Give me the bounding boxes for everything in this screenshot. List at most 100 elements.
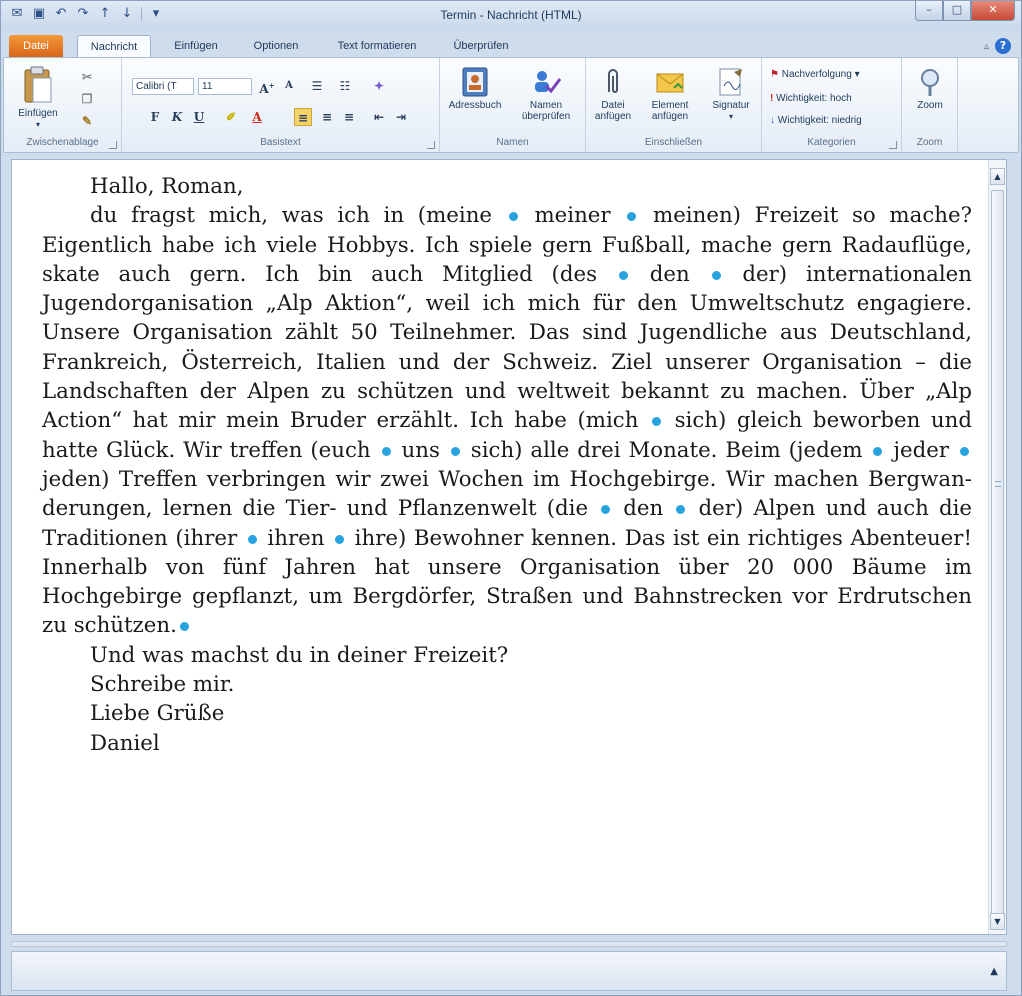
attach-item-button[interactable]: Element anfügen bbox=[640, 66, 700, 122]
vertical-scrollbar[interactable]: ▲ ▼ bbox=[988, 160, 1006, 934]
group-label-clipboard: Zwischenablage bbox=[26, 137, 99, 148]
categories-launcher-icon[interactable] bbox=[889, 141, 897, 149]
choice-bullet bbox=[618, 270, 628, 280]
body-text-7: uns bbox=[393, 437, 448, 463]
letter-closing-regards: Liebe Grüße bbox=[90, 701, 225, 727]
check-names-icon bbox=[535, 71, 562, 94]
group-basic-text: Calibri (T 11 A+ A ☰ ☷ ✦ F K U ✐ A ≡ ≡ ≡… bbox=[122, 58, 440, 152]
scroll-up-icon[interactable]: ▲ bbox=[990, 168, 1005, 185]
body-text-13: ihren bbox=[259, 525, 333, 551]
close-button[interactable]: ✕ bbox=[971, 1, 1015, 21]
tab-review[interactable]: Überprüfen bbox=[441, 35, 521, 57]
choice-bullet bbox=[711, 270, 721, 280]
scroll-down-icon[interactable]: ▼ bbox=[990, 913, 1005, 930]
italic-button[interactable]: K bbox=[168, 108, 186, 126]
bullets-icon[interactable]: ☰ bbox=[308, 77, 326, 95]
magnifier-icon bbox=[921, 69, 939, 96]
choice-bullet bbox=[179, 622, 189, 632]
body-text-1: du fragst mich, was ich in (meine bbox=[90, 203, 506, 229]
ribbon: Einfügen ▾ ✂ ❐ ✎ Zwischenablage Calibri … bbox=[3, 57, 1019, 153]
shrink-font-icon[interactable]: A bbox=[280, 77, 298, 95]
check-names-label-1: Namen bbox=[529, 100, 563, 111]
align-right-icon[interactable]: ≡ bbox=[340, 108, 358, 126]
window-controls: – □ ✕ bbox=[915, 1, 1015, 21]
tab-format-text[interactable]: Text formatieren bbox=[323, 35, 431, 57]
reading-pane-splitter[interactable] bbox=[11, 941, 1007, 947]
letter-greeting: Hallo, Roman, bbox=[90, 174, 244, 199]
zoom-button[interactable]: Zoom bbox=[908, 66, 952, 111]
align-left-icon[interactable]: ≡ bbox=[294, 108, 312, 126]
letter-text[interactable]: Hallo, Roman, du fragst mich, was ich in… bbox=[42, 172, 972, 758]
high-importance-button[interactable]: ! Wichtigkeit: hoch bbox=[770, 92, 852, 106]
bold-button[interactable]: F bbox=[146, 108, 164, 126]
attach-file-label-2: anfügen bbox=[594, 111, 632, 122]
low-importance-label: Wichtigkeit: niedrig bbox=[777, 115, 862, 126]
highlight-icon[interactable]: ✐ bbox=[222, 108, 240, 126]
choice-bullet bbox=[873, 446, 883, 456]
scroll-thumb[interactable] bbox=[991, 190, 1004, 925]
increase-indent-icon[interactable]: ⇥ bbox=[392, 108, 410, 126]
high-importance-label: Wichtigkeit: hoch bbox=[776, 93, 852, 104]
align-center-icon[interactable]: ≡ bbox=[318, 108, 336, 126]
group-label-basic-text: Basistext bbox=[260, 137, 301, 148]
body-text-11: den bbox=[613, 496, 674, 522]
clipboard-launcher-icon[interactable] bbox=[109, 141, 117, 149]
people-pane-bar: ▲ bbox=[11, 951, 1007, 991]
numbering-icon[interactable]: ☷ bbox=[336, 77, 354, 95]
attach-file-label-1: Datei bbox=[601, 100, 625, 111]
underline-button[interactable]: U bbox=[190, 108, 208, 126]
signature-button[interactable]: Signatur ▾ bbox=[704, 66, 758, 122]
address-book-icon bbox=[462, 67, 488, 97]
format-painter-icon[interactable]: ✎ bbox=[78, 112, 96, 130]
letter-question: Und was machst du in deiner Freizeit? bbox=[90, 642, 509, 668]
minimize-button[interactable]: – bbox=[915, 1, 943, 21]
follow-up-button[interactable]: ⚑ Nachverfolgung ▾ bbox=[770, 68, 860, 82]
choice-bullet bbox=[652, 417, 661, 427]
decrease-indent-icon[interactable]: ⇤ bbox=[370, 108, 388, 126]
tab-options[interactable]: Optionen bbox=[241, 35, 311, 57]
font-size-combo[interactable]: 11 bbox=[198, 78, 252, 95]
tab-insert[interactable]: Einfügen bbox=[161, 35, 231, 57]
check-names-button[interactable]: Namen überprüfen bbox=[512, 66, 580, 122]
paste-button[interactable]: Einfügen ▾ bbox=[12, 66, 64, 130]
down-arrow-importance-icon: ↓ bbox=[770, 115, 775, 126]
maximize-button[interactable]: □ bbox=[943, 1, 971, 21]
attach-item-label-1: Element bbox=[651, 100, 689, 111]
grow-font-icon[interactable]: A+ bbox=[258, 77, 276, 96]
help-icon[interactable]: ? bbox=[995, 38, 1011, 54]
body-text-4: den bbox=[630, 261, 709, 287]
group-label-zoom: Zoom bbox=[916, 137, 943, 148]
minimize-ribbon-icon[interactable]: ▵ bbox=[984, 41, 989, 52]
address-book-button[interactable]: Adressbuch bbox=[444, 66, 506, 111]
paste-dropdown-icon[interactable]: ▾ bbox=[12, 119, 64, 130]
message-body-editor[interactable]: Hallo, Roman, du fragst mich, was ich in… bbox=[11, 159, 1007, 935]
group-zoom: Zoom Zoom bbox=[902, 58, 958, 152]
attach-item-label-2: anfügen bbox=[651, 111, 689, 122]
font-name-combo[interactable]: Calibri (T bbox=[132, 78, 194, 95]
group-label-include: Einschließen bbox=[644, 137, 703, 148]
body-text-2: meiner bbox=[520, 203, 625, 229]
group-names: Adressbuch Namen überprüfen Namen bbox=[440, 58, 586, 152]
copy-icon[interactable]: ❐ bbox=[78, 90, 96, 108]
group-label-categories: Kategorien bbox=[807, 137, 856, 148]
signature-dropdown-icon[interactable]: ▾ bbox=[704, 111, 758, 122]
group-categories: ⚑ Nachverfolgung ▾ ! Wichtigkeit: hoch ↓… bbox=[762, 58, 902, 152]
basic-text-launcher-icon[interactable] bbox=[427, 141, 435, 149]
ribbon-help-area: ▵ ? bbox=[984, 38, 1011, 54]
choice-bullet bbox=[450, 446, 460, 456]
body-text-9: jeder bbox=[885, 437, 957, 463]
group-clipboard: Einfügen ▾ ✂ ❐ ✎ Zwischenablage bbox=[4, 58, 122, 152]
clear-formatting-icon[interactable]: ✦ bbox=[370, 77, 388, 95]
tab-message[interactable]: Nachricht bbox=[77, 35, 151, 57]
expand-pane-icon[interactable]: ▲ bbox=[990, 966, 998, 977]
address-book-label: Adressbuch bbox=[448, 100, 502, 111]
low-importance-button[interactable]: ↓ Wichtigkeit: niedrig bbox=[770, 114, 862, 128]
letter-signature: Daniel bbox=[90, 730, 160, 756]
paperclip-icon bbox=[608, 69, 618, 93]
check-names-label-2: überprüfen bbox=[521, 111, 571, 122]
font-color-icon[interactable]: A bbox=[248, 108, 266, 126]
attach-file-button[interactable]: Datei anfügen bbox=[588, 66, 638, 122]
scroll-grip-icon bbox=[995, 481, 1001, 487]
tab-file[interactable]: Datei bbox=[9, 35, 63, 57]
cut-icon[interactable]: ✂ bbox=[78, 68, 96, 86]
